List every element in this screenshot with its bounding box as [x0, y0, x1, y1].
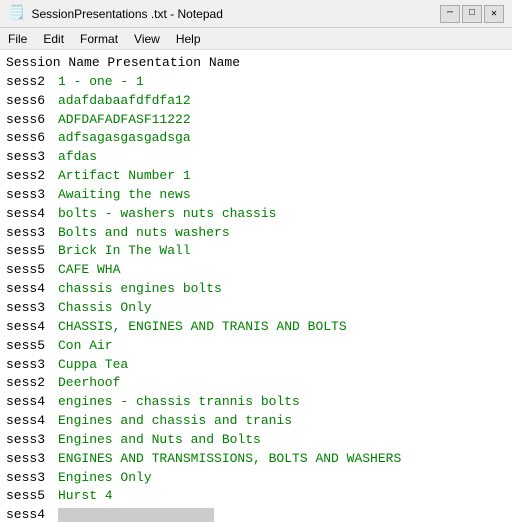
table-row: sess3Cuppa Tea — [6, 356, 506, 375]
table-row: sess3ENGINES AND TRANSMISSIONS, BOLTS AN… — [6, 450, 506, 469]
presentation-name-cell: ENGINES AND TRANSMISSIONS, BOLTS AND WAS… — [58, 450, 401, 469]
presentation-name-cell: adafdabaafdfdfa12 — [58, 92, 191, 111]
table-row: sess4bolts - washers nuts chassis — [6, 205, 506, 224]
menu-file[interactable]: File — [0, 30, 35, 48]
presentation-name-cell: ADFDAFADFASF11222 — [58, 111, 191, 130]
column-header: Session Name Presentation Name — [6, 54, 506, 73]
session-cell: sess5 — [6, 261, 58, 280]
presentation-name-cell: 1 - one - 1 — [58, 73, 144, 92]
session-cell: sess4 — [6, 318, 58, 337]
table-row: sess5Con Air — [6, 337, 506, 356]
table-row: sess3Chassis Only — [6, 299, 506, 318]
table-row: sess6adafdabaafdfdfa12 — [6, 92, 506, 111]
presentation-name-cell: Engines Only — [58, 469, 152, 488]
table-row: sess3Awaiting the news — [6, 186, 506, 205]
table-row: sess21 - one - 1 — [6, 73, 506, 92]
table-row: sess3Bolts and nuts washers — [6, 224, 506, 243]
presentation-name-cell: Hurst 4 — [58, 487, 113, 506]
menu-edit[interactable]: Edit — [35, 30, 72, 48]
session-cell: sess3 — [6, 469, 58, 488]
session-cell: sess3 — [6, 431, 58, 450]
session-cell: sess4 — [6, 506, 58, 522]
session-cell: sess4 — [6, 205, 58, 224]
presentation-name-cell: Engines and Nuts and Bolts — [58, 431, 261, 450]
session-cell: sess4 — [6, 412, 58, 431]
app-icon: 🗒️ — [8, 5, 25, 22]
presentation-name-cell: afdas — [58, 148, 97, 167]
presentation-name-cell: Awaiting the news — [58, 186, 191, 205]
presentation-name-cell: chassis engines bolts — [58, 280, 222, 299]
menu-bar: File Edit Format View Help — [0, 28, 512, 50]
table-row: sess6ADFDAFADFASF11222 — [6, 111, 506, 130]
presentation-name-cell: bolts - washers nuts chassis — [58, 205, 276, 224]
title-bar-text: SessionPresentations .txt - Notepad — [31, 7, 434, 21]
maximize-button[interactable]: □ — [462, 5, 482, 23]
session-cell: sess5 — [6, 487, 58, 506]
title-bar: 🗒️ SessionPresentations .txt - Notepad ─… — [0, 0, 512, 28]
presentation-name-cell: Brick In The Wall — [58, 242, 191, 261]
text-content: Session Name Presentation Name sess21 - … — [0, 50, 512, 522]
redacted-text: ████████████████████ — [58, 508, 214, 521]
table-row: sess2Artifact Number 1 — [6, 167, 506, 186]
window-controls: ─ □ ✕ — [440, 5, 504, 23]
session-cell: sess6 — [6, 92, 58, 111]
session-cell: sess6 — [6, 129, 58, 148]
presentation-name-cell: Engines and chassis and tranis — [58, 412, 292, 431]
menu-help[interactable]: Help — [168, 30, 209, 48]
menu-format[interactable]: Format — [72, 30, 126, 48]
presentation-name-cell: CHASSIS, ENGINES AND TRANIS AND BOLTS — [58, 318, 347, 337]
presentation-name-cell: adfsagasgasgadsga — [58, 129, 191, 148]
session-cell: sess3 — [6, 356, 58, 375]
presentation-name-cell: Artifact Number 1 — [58, 167, 191, 186]
session-cell: sess5 — [6, 242, 58, 261]
table-row: sess6adfsagasgasgadsga — [6, 129, 506, 148]
session-cell: sess3 — [6, 186, 58, 205]
menu-view[interactable]: View — [126, 30, 168, 48]
presentation-name-cell: Con Air — [58, 337, 113, 356]
table-row: sess5Brick In The Wall — [6, 242, 506, 261]
table-row: sess4chassis engines bolts — [6, 280, 506, 299]
session-cell: sess2 — [6, 167, 58, 186]
table-row: sess4engines - chassis trannis bolts — [6, 393, 506, 412]
session-cell: sess6 — [6, 111, 58, 130]
table-row: sess3Engines Only — [6, 469, 506, 488]
table-row: sess4Engines and chassis and tranis — [6, 412, 506, 431]
header-session: Session Name Presentation Name — [6, 55, 240, 70]
session-cell: sess2 — [6, 73, 58, 92]
presentation-name-cell: Cuppa Tea — [58, 356, 128, 375]
close-button[interactable]: ✕ — [484, 5, 504, 23]
presentation-name-cell: Chassis Only — [58, 299, 152, 318]
presentation-name-cell: engines - chassis trannis bolts — [58, 393, 300, 412]
presentation-name-cell: CAFE WHA — [58, 261, 120, 280]
table-row: sess5Hurst 4 — [6, 487, 506, 506]
session-cell: sess4 — [6, 280, 58, 299]
table-row: sess4CHASSIS, ENGINES AND TRANIS AND BOL… — [6, 318, 506, 337]
session-cell: sess3 — [6, 299, 58, 318]
minimize-button[interactable]: ─ — [440, 5, 460, 23]
session-cell: sess5 — [6, 337, 58, 356]
table-row: sess5CAFE WHA — [6, 261, 506, 280]
presentation-name-cell: ████████████████████ — [58, 506, 214, 522]
session-cell: sess3 — [6, 224, 58, 243]
session-cell: sess2 — [6, 374, 58, 393]
presentation-name-cell: Deerhoof — [58, 374, 120, 393]
table-row: sess4████████████████████ — [6, 506, 506, 522]
table-row: sess3afdas — [6, 148, 506, 167]
table-row: sess2Deerhoof — [6, 374, 506, 393]
table-row: sess3Engines and Nuts and Bolts — [6, 431, 506, 450]
session-cell: sess4 — [6, 393, 58, 412]
presentation-name-cell: Bolts and nuts washers — [58, 224, 230, 243]
session-cell: sess3 — [6, 450, 58, 469]
session-cell: sess3 — [6, 148, 58, 167]
